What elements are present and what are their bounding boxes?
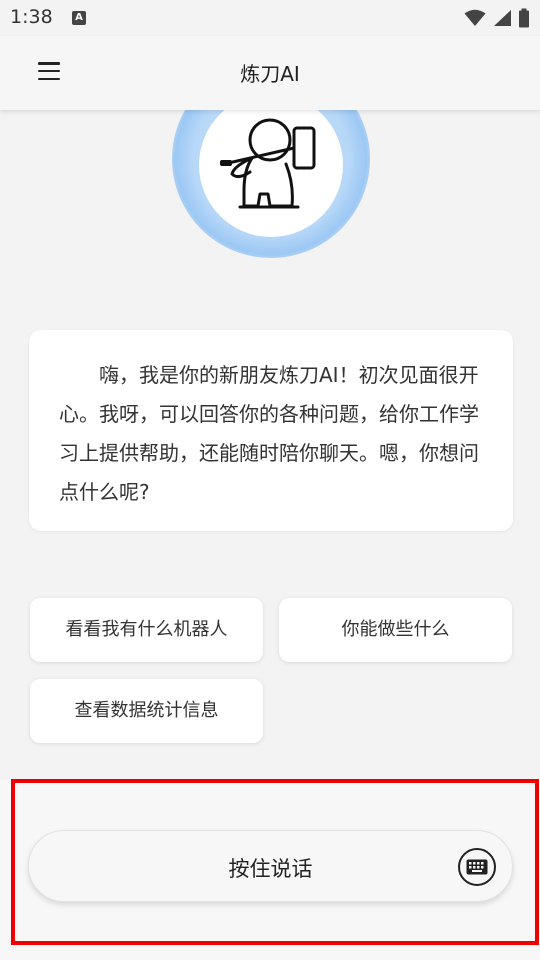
hold-to-talk-button[interactable]: 按住说话 bbox=[28, 830, 513, 902]
page-title: 炼刀AI bbox=[240, 62, 300, 86]
suggestion-statistics-button[interactable]: 查看数据统计信息 bbox=[30, 679, 263, 743]
wifi-icon bbox=[464, 9, 486, 26]
battery-icon bbox=[519, 8, 529, 28]
suggestion-my-robots-button[interactable]: 看看我有什么机器人 bbox=[30, 598, 263, 662]
intro-message: 嗨，我是你的新朋友炼刀AI！初次见面很开心。我呀，可以回答你的各种问题，给你工作… bbox=[29, 330, 513, 531]
keyboard-icon bbox=[466, 859, 488, 875]
app-bar: 炼刀AI bbox=[0, 36, 540, 110]
hold-to-talk-label: 按住说话 bbox=[228, 857, 313, 881]
signal-icon bbox=[494, 10, 511, 26]
mascot-hammer-icon bbox=[220, 118, 316, 209]
status-time: 1:38 bbox=[10, 6, 53, 28]
keyboard-toggle-button[interactable] bbox=[458, 848, 496, 886]
notification-icon: A bbox=[72, 11, 86, 25]
status-icons bbox=[464, 8, 530, 28]
suggestion-capabilities-button[interactable]: 你能做些什么 bbox=[279, 598, 512, 662]
chat-content[interactable]: 嗨，我是你的新朋友炼刀AI！初次见面很开心。我呀，可以回答你的各种问题，给你工作… bbox=[0, 110, 540, 780]
status-bar: 1:38 A bbox=[0, 0, 540, 36]
